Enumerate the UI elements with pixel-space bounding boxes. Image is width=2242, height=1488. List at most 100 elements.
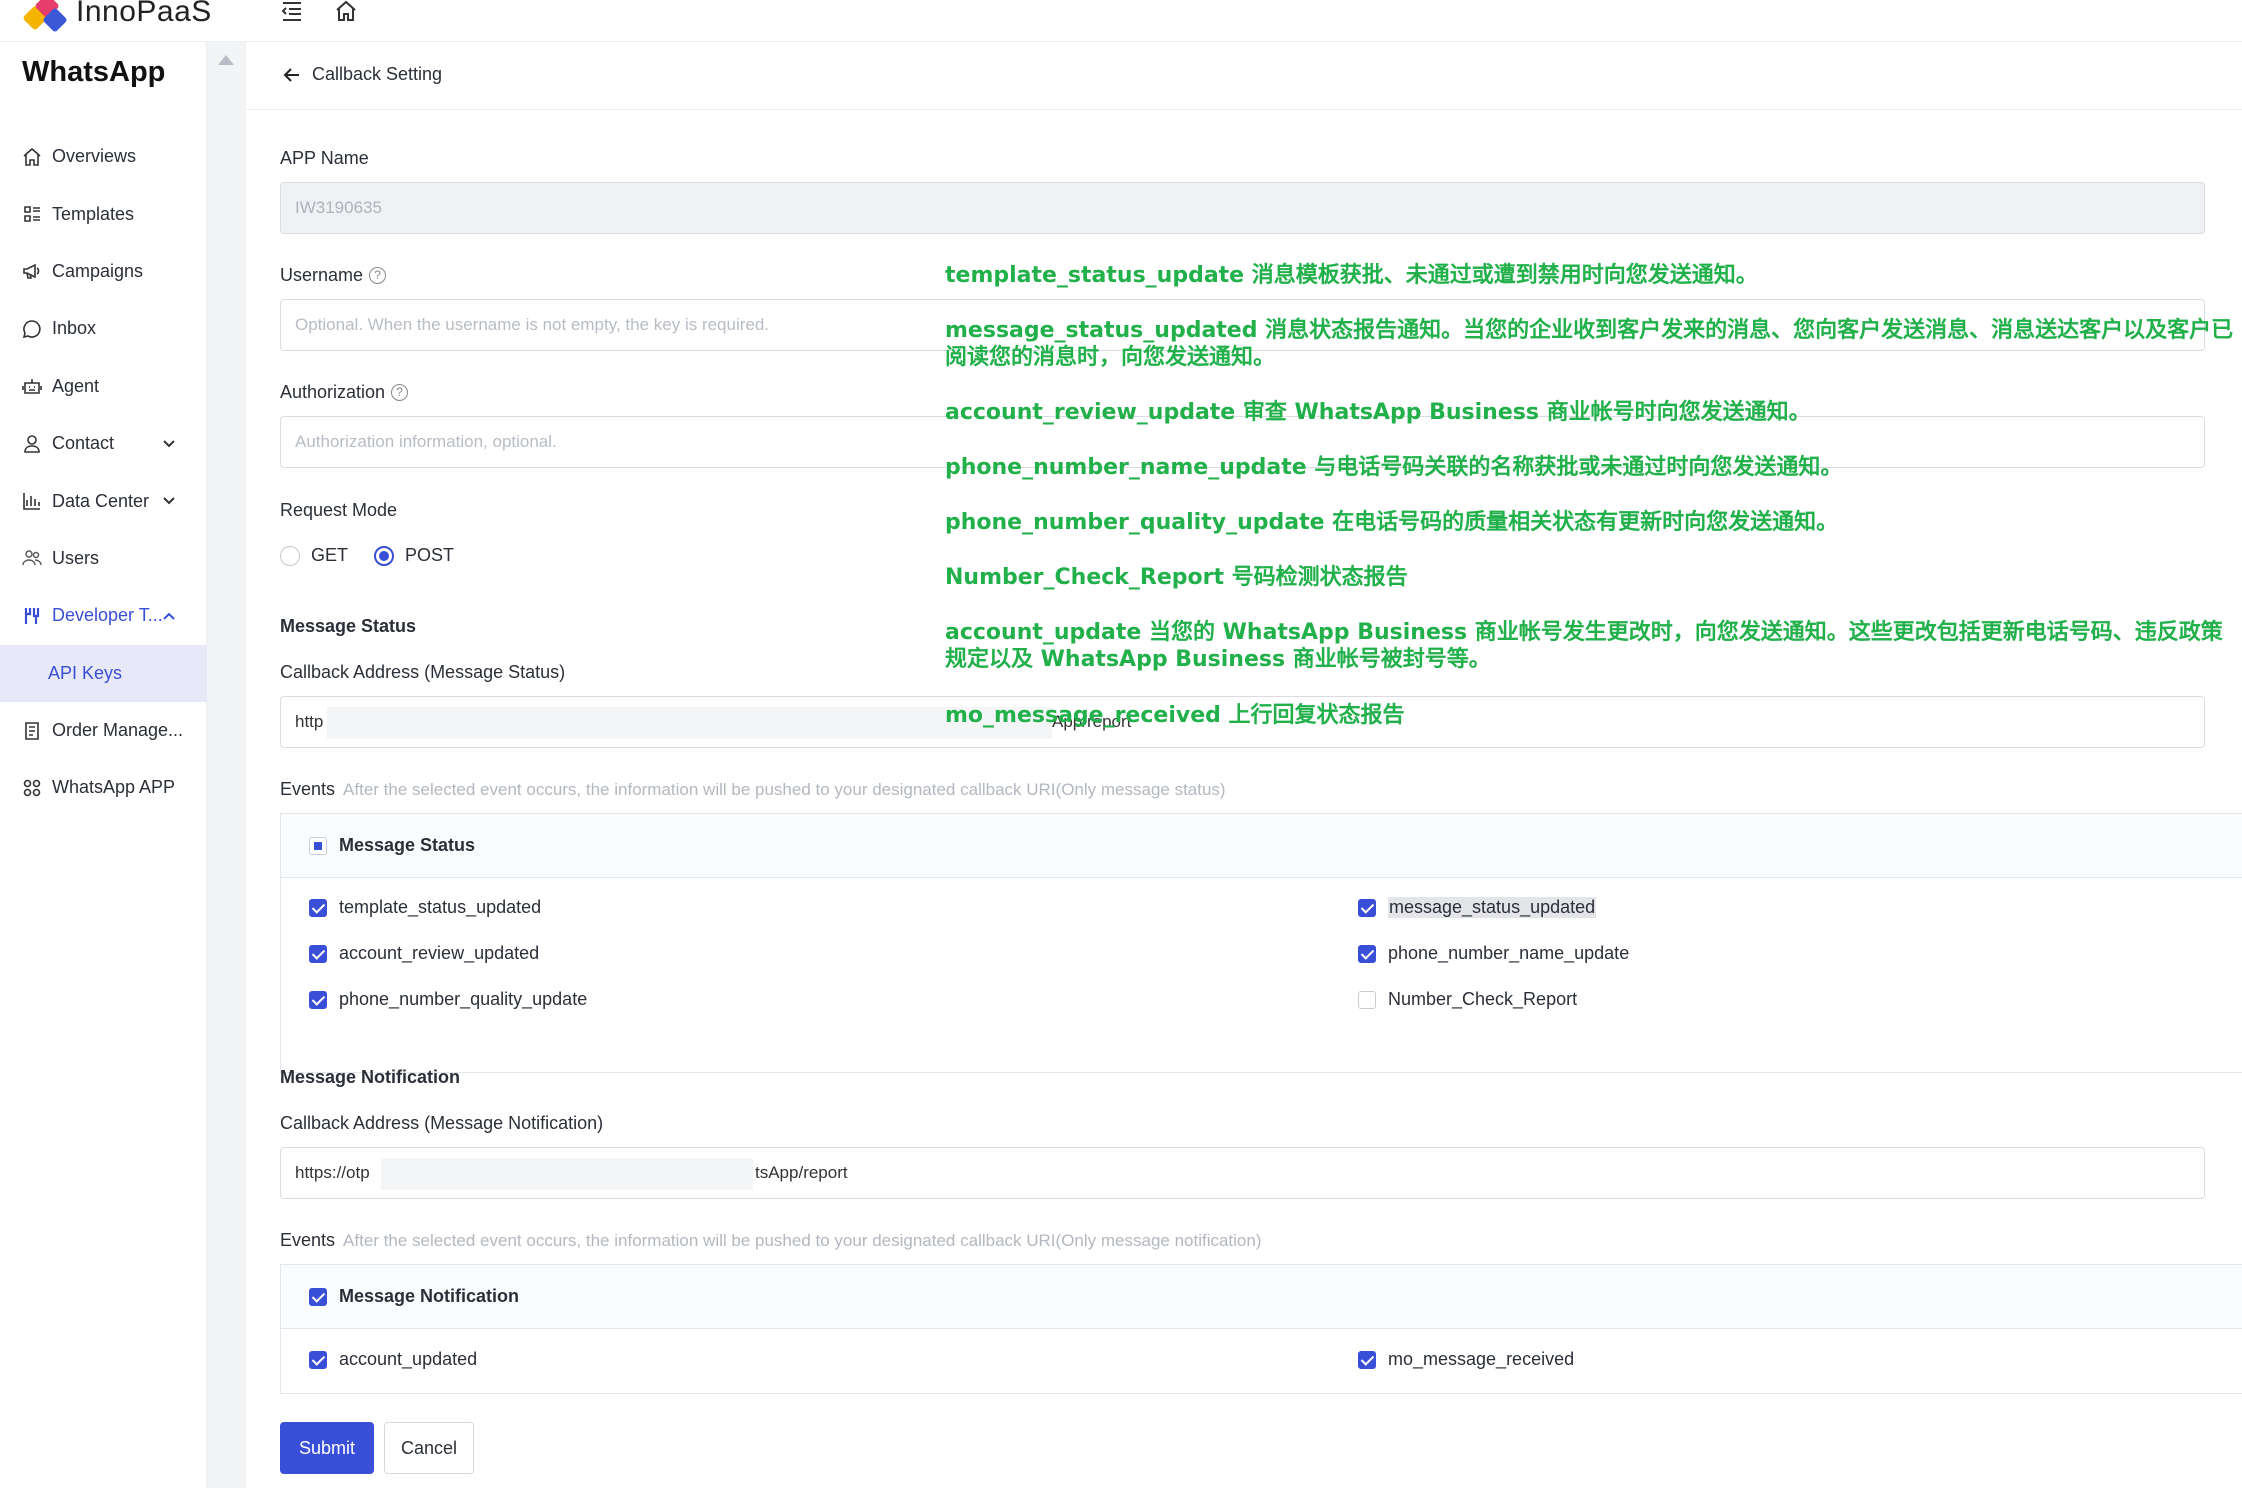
person-icon bbox=[24, 434, 40, 453]
sidebar-item-whatsapp-app[interactable]: WhatsApp APP bbox=[0, 759, 207, 816]
radio-post-label: POST bbox=[405, 545, 455, 565]
submit-button[interactable]: Submit bbox=[280, 1422, 374, 1474]
event-mo-message-received[interactable]: mo_message_received bbox=[1358, 1349, 1574, 1370]
sidebar: WhatsApp Overviews Templates Campaigns I… bbox=[0, 42, 207, 1488]
events-label-text: Events bbox=[280, 1230, 336, 1250]
group-label: Message Notification bbox=[339, 1286, 520, 1306]
event-label: account_updated bbox=[339, 1349, 478, 1369]
cancel-button[interactable]: Cancel bbox=[384, 1422, 474, 1474]
sidebar-nav: Overviews Templates Campaigns Inbox Agen… bbox=[0, 128, 207, 817]
event-message-status-updated[interactable]: message_status_updated bbox=[1358, 897, 1597, 918]
help-icon[interactable]: ? bbox=[391, 384, 409, 401]
authorization-label-text: Authorization bbox=[280, 382, 386, 402]
megaphone-icon bbox=[23, 264, 40, 280]
checkbox[interactable] bbox=[1358, 944, 1376, 963]
group-label: Message Status bbox=[339, 835, 476, 855]
sidebar-item-label: Templates bbox=[52, 203, 135, 224]
message-notification-events-label: Events After the selected event occurs, t… bbox=[280, 1230, 1262, 1251]
sidebar-item-templates[interactable]: Templates bbox=[0, 185, 207, 242]
bar-chart-icon bbox=[23, 493, 40, 510]
home-icon bbox=[23, 147, 41, 166]
sidebar-item-label: Data Center bbox=[52, 490, 150, 511]
annotation-message-status: message_status_updated 消息状态报告通知。当您的企业收到客… bbox=[945, 318, 2234, 370]
sidebar-item-campaigns[interactable]: Campaigns bbox=[0, 243, 207, 300]
users-icon bbox=[22, 550, 42, 566]
sidebar-item-contact[interactable]: Contact bbox=[0, 415, 207, 472]
select-all-checkbox[interactable] bbox=[309, 836, 327, 855]
main-content: Callback Setting APP Name IW3190635 User… bbox=[246, 42, 2242, 1488]
radio-get-label: GET bbox=[311, 545, 349, 565]
chevron-down-icon[interactable] bbox=[161, 436, 177, 452]
events-hint: After the selected event occurs, the inf… bbox=[343, 780, 1226, 799]
developer-icon bbox=[24, 607, 40, 624]
sidebar-item-api-keys[interactable]: API Keys bbox=[0, 644, 207, 702]
robot-icon bbox=[22, 379, 42, 395]
message-notification-callback-label: Callback Address (Message Notification) bbox=[280, 1113, 604, 1133]
chevron-down-icon[interactable] bbox=[161, 493, 177, 509]
checkbox[interactable] bbox=[309, 898, 327, 917]
sidebar-item-agent[interactable]: Agent bbox=[0, 358, 207, 415]
message-notification-callback-input[interactable]: https://otp tsApp/report bbox=[280, 1147, 2205, 1199]
sidebar-scroll-up-icon[interactable] bbox=[218, 55, 234, 65]
event-phone-number-name-update[interactable]: phone_number_name_update bbox=[1358, 943, 1629, 964]
sidebar-item-overviews[interactable]: Overviews bbox=[0, 128, 207, 185]
template-icon bbox=[24, 206, 40, 222]
event-label: mo_message_received bbox=[1388, 1349, 1575, 1369]
event-label: message_status_updated bbox=[1388, 897, 1597, 918]
event-number-check-report[interactable]: Number_Check_Report bbox=[1358, 989, 1577, 1010]
checkbox[interactable] bbox=[309, 1350, 327, 1369]
sidebar-item-label: WhatsApp APP bbox=[52, 777, 176, 798]
message-notification-section-title: Message Notification bbox=[280, 1067, 461, 1087]
annotation-template-status: template_status_update 消息模板获批、未通过或遭到禁用时向… bbox=[945, 263, 1758, 288]
event-label: phone_number_name_update bbox=[1388, 943, 1630, 963]
callback-prefix: https://otp bbox=[295, 1163, 370, 1182]
checkbox[interactable] bbox=[309, 990, 327, 1009]
message-status-events-panel: Message Status template_status_updated m… bbox=[280, 813, 2242, 1073]
checkbox[interactable] bbox=[309, 944, 327, 963]
sidebar-item-label: Overviews bbox=[52, 146, 137, 167]
sidebar-item-label: Order Manage... bbox=[52, 720, 184, 741]
annotation-mo-message: mo_message_received 上行回复状态报告 bbox=[945, 703, 1405, 728]
redacted-region bbox=[327, 707, 1052, 739]
back-button[interactable]: Callback Setting bbox=[282, 64, 442, 85]
message-status-callback-label: Callback Address (Message Status) bbox=[280, 662, 566, 682]
annotation-number-check: Number_Check_Report 号码检测状态报告 bbox=[945, 565, 1408, 590]
sidebar-item-developer-tools[interactable]: Developer T... bbox=[0, 587, 207, 644]
sidebar-item-order-management[interactable]: Order Manage... bbox=[0, 702, 207, 759]
sidebar-item-users[interactable]: Users bbox=[0, 530, 207, 587]
sidebar-item-data-center[interactable]: Data Center bbox=[0, 472, 207, 529]
sidebar-item-inbox[interactable]: Inbox bbox=[0, 300, 207, 357]
message-status-group-header[interactable]: Message Status bbox=[281, 814, 2242, 878]
event-template-status-updated[interactable]: template_status_updated bbox=[309, 897, 541, 918]
collapse-menu-icon[interactable] bbox=[280, 0, 304, 22]
apps-icon bbox=[23, 779, 41, 797]
annotation-phone-number-name: phone_number_name_update 与电话号码关联的名称获批或未通… bbox=[945, 455, 1843, 480]
home-icon[interactable] bbox=[334, 0, 358, 22]
event-label: account_review_updated bbox=[339, 943, 540, 963]
checkbox[interactable] bbox=[1358, 898, 1376, 917]
message-status-section-title: Message Status bbox=[280, 616, 417, 636]
message-notification-group-header[interactable]: Message Notification bbox=[281, 1265, 2242, 1329]
annotation-account-review: account_review_update 审查 WhatsApp Busine… bbox=[945, 400, 1811, 425]
checkbox[interactable] bbox=[1358, 1350, 1376, 1369]
page-title: Callback Setting bbox=[312, 64, 443, 84]
arrow-left-icon bbox=[283, 67, 299, 82]
event-account-review-updated[interactable]: account_review_updated bbox=[309, 943, 539, 964]
message-notification-events-panel: Message Notification account_updated mo_… bbox=[280, 1264, 2242, 1394]
event-account-updated[interactable]: account_updated bbox=[309, 1349, 477, 1370]
radio-get[interactable] bbox=[280, 545, 300, 566]
callback-prefix: http bbox=[295, 712, 324, 731]
chevron-up-icon[interactable] bbox=[161, 608, 177, 624]
app-name-input: IW3190635 bbox=[280, 182, 2205, 234]
events-label-text: Events bbox=[280, 779, 336, 799]
sidebar-item-label: Campaigns bbox=[52, 260, 144, 281]
annotation-account-update: account_update 当您的 WhatsApp Business 商业帐… bbox=[945, 620, 2223, 672]
help-icon[interactable]: ? bbox=[369, 267, 387, 284]
sidebar-item-label: Users bbox=[52, 547, 100, 568]
radio-post[interactable] bbox=[374, 545, 395, 566]
brand-logo[interactable]: InnoPaaS bbox=[22, 0, 212, 34]
event-phone-number-quality-update[interactable]: phone_number_quality_update bbox=[309, 989, 587, 1010]
username-label: Username? bbox=[280, 265, 387, 286]
select-all-checkbox[interactable] bbox=[309, 1287, 327, 1306]
checkbox[interactable] bbox=[1358, 990, 1376, 1009]
